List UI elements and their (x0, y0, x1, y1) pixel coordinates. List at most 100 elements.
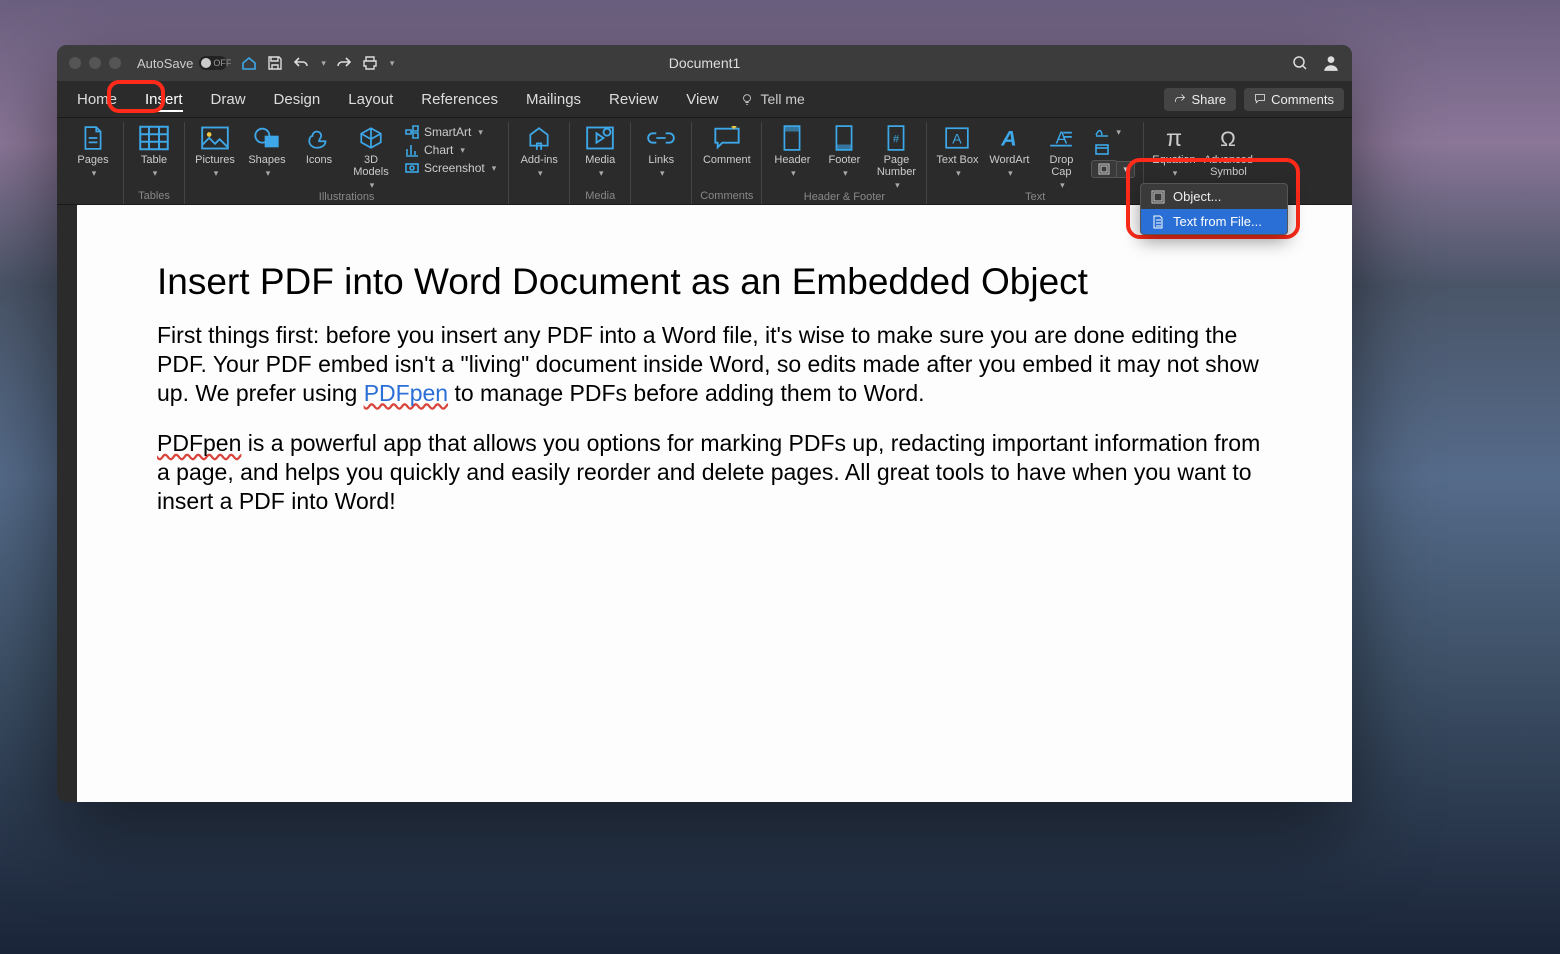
pictures-button[interactable]: Pictures ▾ (193, 124, 237, 179)
tab-layout[interactable]: Layout (336, 85, 405, 114)
window-controls[interactable] (69, 57, 121, 69)
svg-text:π: π (1166, 126, 1182, 150)
icons-button[interactable]: Icons (297, 124, 341, 166)
home-icon[interactable] (241, 55, 257, 71)
smartart-button[interactable]: SmartArt▾ (401, 124, 500, 140)
page-number-button[interactable]: # Page Number ▾ (874, 124, 918, 191)
undo-icon[interactable] (293, 55, 309, 71)
lightbulb-icon (740, 92, 754, 106)
paragraph-2: PDFpen is a powerful app that allows you… (157, 429, 1272, 515)
word-window: AutoSave OFF ▾ ▾ Document1 Home Insert D… (57, 45, 1352, 802)
shapes-icon (252, 124, 282, 152)
hf-group-label: Header & Footer (804, 191, 885, 205)
autosave-toggle[interactable]: AutoSave OFF (137, 56, 227, 71)
text-group-label: Text (1025, 191, 1045, 205)
tab-mailings[interactable]: Mailings (514, 85, 593, 114)
tab-insert[interactable]: Insert (133, 85, 195, 114)
paragraph-1: First things first: before you insert an… (157, 321, 1272, 407)
share-button[interactable]: Share (1164, 88, 1236, 111)
calendar-icon (1095, 143, 1109, 157)
minimize-icon[interactable] (89, 57, 101, 69)
datetime-button[interactable] (1091, 142, 1135, 158)
equation-button[interactable]: π Equation ▾ (1152, 124, 1196, 179)
page-icon (78, 124, 108, 152)
svg-text:#: # (893, 133, 899, 145)
pdfpen-text: PDFpen (157, 430, 241, 456)
share-icon (1174, 93, 1186, 105)
header-icon (777, 124, 807, 152)
menu-text-from-file-label: Text from File... (1173, 214, 1262, 229)
equation-icon: π (1159, 124, 1189, 152)
save-icon[interactable] (267, 55, 283, 71)
signature-icon (1095, 125, 1109, 139)
tab-review[interactable]: Review (597, 85, 670, 114)
chevron-down-icon[interactable]: ▾ (390, 58, 395, 69)
wordart-icon: A (994, 124, 1024, 152)
links-button[interactable]: Links ▾ (639, 124, 683, 179)
tab-design[interactable]: Design (262, 85, 333, 114)
tab-view[interactable]: View (674, 85, 730, 114)
addins-button[interactable]: Add-ins ▾ (517, 124, 561, 179)
menu-text-from-file[interactable]: Text from File... (1141, 209, 1287, 234)
search-icon[interactable] (1292, 55, 1308, 71)
screenshot-button[interactable]: Screenshot▾ (401, 160, 500, 176)
print-icon[interactable] (362, 55, 378, 71)
tab-home[interactable]: Home (65, 85, 129, 114)
3d-models-button[interactable]: 3D Models ▾ (349, 124, 393, 191)
document-page[interactable]: Insert PDF into Word Document as an Embe… (77, 205, 1352, 802)
wordart-button[interactable]: A WordArt ▾ (987, 124, 1031, 179)
document-title: Document1 (669, 55, 741, 71)
new-comment-icon (712, 124, 742, 152)
footer-button[interactable]: Footer ▾ (822, 124, 866, 179)
textbox-button[interactable]: A Text Box ▾ (935, 124, 979, 179)
toggle-icon[interactable]: OFF (199, 56, 227, 70)
comments-button[interactable]: Comments (1244, 88, 1344, 111)
chevron-down-icon: ▾ (956, 168, 961, 179)
chevron-down-icon: ▾ (660, 168, 665, 179)
object-split-button[interactable]: ▾ (1091, 160, 1135, 178)
cube-icon (356, 124, 386, 152)
redo-icon[interactable] (336, 55, 352, 71)
group-addins: Add-ins ▾ (509, 122, 570, 204)
tables-group-label: Tables (138, 190, 170, 204)
chevron-down-icon: ▾ (153, 168, 158, 179)
maximize-icon[interactable] (109, 57, 121, 69)
footer-icon (829, 124, 859, 152)
media-button[interactable]: Media ▾ (578, 124, 622, 179)
chevron-down-icon[interactable]: ▾ (321, 58, 326, 69)
media-group-label: Media (585, 190, 615, 204)
group-links: Links ▾ (631, 122, 692, 204)
dropcap-icon: A (1046, 124, 1076, 152)
dropcap-button[interactable]: A Drop Cap ▾ (1039, 124, 1083, 191)
svg-text:A: A (1001, 126, 1018, 150)
close-icon[interactable] (69, 57, 81, 69)
group-pages: Pages ▾ (63, 122, 124, 204)
screenshot-icon (405, 161, 419, 175)
chevron-down-icon[interactable]: ▾ (1116, 161, 1135, 178)
tab-draw[interactable]: Draw (199, 85, 258, 114)
pages-button[interactable]: Pages ▾ (71, 124, 115, 179)
symbol-button[interactable]: Ω Advanced Symbol (1204, 124, 1253, 178)
chevron-down-icon: ▾ (370, 180, 375, 191)
table-button[interactable]: Table ▾ (132, 124, 176, 179)
header-button[interactable]: Header ▾ (770, 124, 814, 179)
pdfpen-link[interactable]: PDFpen (364, 380, 448, 406)
tab-references[interactable]: References (409, 85, 510, 114)
account-icon[interactable] (1322, 54, 1340, 72)
titlebar: AutoSave OFF ▾ ▾ Document1 (57, 45, 1352, 81)
ribbon-tabs: Home Insert Draw Design Layout Reference… (57, 81, 1352, 117)
file-text-icon (1151, 215, 1165, 229)
comment-button[interactable]: Comment (703, 124, 751, 166)
comments-label: Comments (1271, 92, 1334, 107)
quick-access-toolbar: ▾ ▾ (241, 55, 394, 71)
menu-object[interactable]: Object... (1141, 184, 1287, 209)
group-media: Media ▾ Media (570, 122, 631, 204)
autosave-label: AutoSave (137, 56, 193, 71)
signature-line-button[interactable]: ▾ (1091, 124, 1135, 140)
tell-me-label: Tell me (760, 91, 804, 107)
chevron-down-icon: ▾ (214, 168, 219, 179)
tell-me-search[interactable]: Tell me (740, 91, 804, 107)
object-icon[interactable] (1091, 160, 1116, 178)
shapes-button[interactable]: Shapes ▾ (245, 124, 289, 179)
chart-button[interactable]: Chart▾ (401, 142, 500, 158)
